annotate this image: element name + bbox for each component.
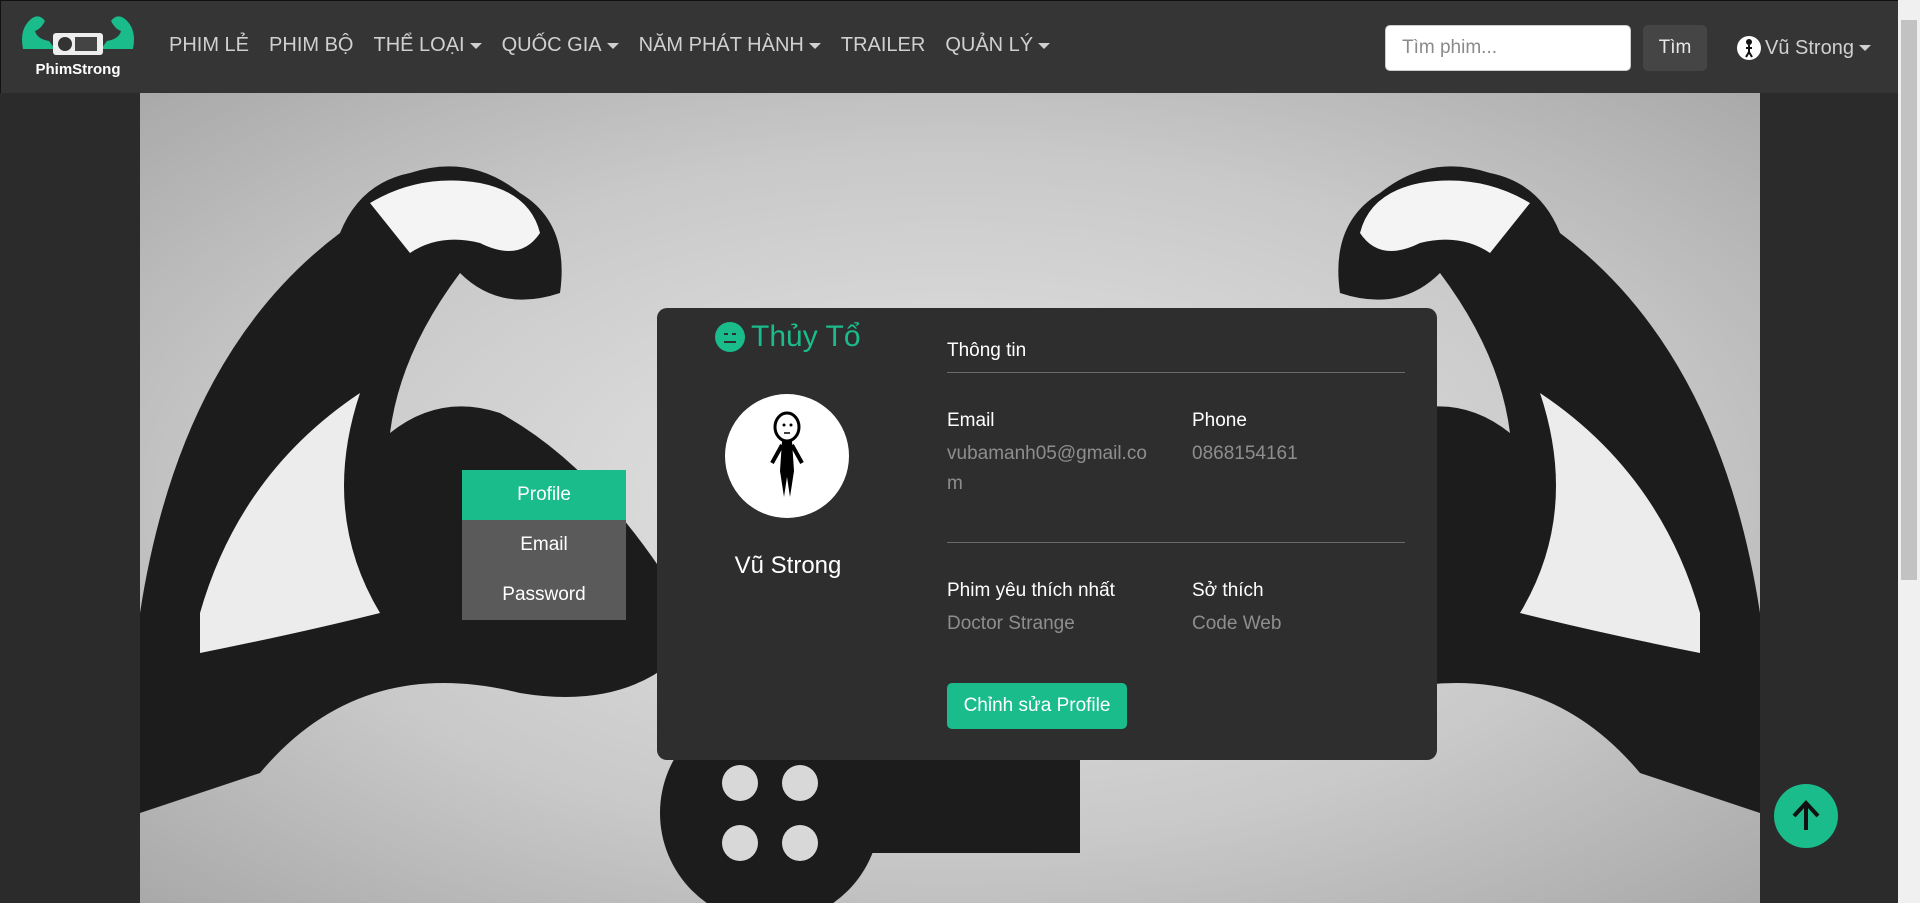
user-name: Vũ Strong [1765,36,1854,59]
fav-movie-value: Doctor Strange [947,613,1075,634]
nav-trailer[interactable]: TRAILER [841,34,925,57]
avatar [725,394,849,518]
navbar: PhimStrong PHIM LẺ PHIM BỘ THỂ LOẠI QUỐC… [0,0,1898,93]
nav-nam-phat-hanh[interactable]: NĂM PHÁT HÀNH [639,34,821,57]
nav-quoc-gia[interactable]: QUỐC GIA [502,34,619,57]
email-label: Email [947,410,995,431]
hobby-label: Sở thích [1192,580,1264,601]
caret-down-icon [808,42,821,49]
nav-label: PHIM LẺ [169,34,250,56]
email-value: vubamanh05@gmail.com [947,443,1147,494]
nav-label: NĂM PHÁT HÀNH [638,34,804,56]
hobby-value: Code Web [1192,613,1282,634]
phone-value: 0868154161 [1192,443,1298,464]
divider [947,372,1405,373]
search-input[interactable] [1385,25,1631,71]
stick-figure-avatar-icon [770,411,804,497]
rank-badge: Thủy Tổ [715,320,861,354]
search-button[interactable]: Tìm [1643,25,1707,71]
divider [947,542,1405,543]
neutral-face-icon [715,322,745,352]
caret-down-icon [469,42,482,49]
user-avatar-icon [1737,36,1761,60]
nav-label: THỂ LOẠI [373,34,465,56]
caret-down-icon [1038,42,1051,49]
nav-label: QUẢN LÝ [945,34,1034,56]
fav-movie-label: Phim yêu thích nhất [947,580,1115,601]
tab-password[interactable]: Password [462,570,626,620]
nav-label: TRAILER [840,34,926,56]
scrollbar-thumb[interactable] [1901,20,1917,580]
nav-phim-le[interactable]: PHIM LẺ [169,34,249,57]
main-nav: PHIM LẺ PHIM BỘ THỂ LOẠI QUỐC GIA NĂM PH… [169,34,1070,57]
nav-quan-ly[interactable]: QUẢN LÝ [945,34,1051,57]
rank-label: Thủy Tổ [751,320,861,353]
tab-profile[interactable]: Profile [462,470,626,520]
brand-logo[interactable]: PhimStrong [15,9,141,85]
page-scrollbar[interactable] [1898,0,1920,903]
edit-profile-button[interactable]: Chỉnh sửa Profile [947,683,1127,729]
phone-label: Phone [1192,410,1247,431]
nav-label: PHIM BỘ [269,34,354,56]
tab-email[interactable]: Email [462,520,626,570]
arrow-up-icon [1792,800,1820,830]
flexed-arms-logo-icon [22,16,134,55]
user-menu[interactable]: Vũ Strong [1737,36,1871,60]
caret-down-icon [606,42,619,49]
profile-card: Thủy Tổ Vũ Strong Thông tin Email vubama… [657,308,1437,760]
nav-phim-bo[interactable]: PHIM BỘ [269,34,353,57]
caret-down-icon [1858,45,1871,51]
nav-label: QUỐC GIA [501,34,602,56]
section-title: Thông tin [947,340,1027,361]
profile-name: Vũ Strong [734,552,842,579]
brand-name: PhimStrong [35,61,121,78]
nav-the-loai[interactable]: THỂ LOẠI [373,34,482,57]
back-to-top-button[interactable] [1774,784,1838,848]
profile-tabs: Profile Email Password [462,470,626,620]
